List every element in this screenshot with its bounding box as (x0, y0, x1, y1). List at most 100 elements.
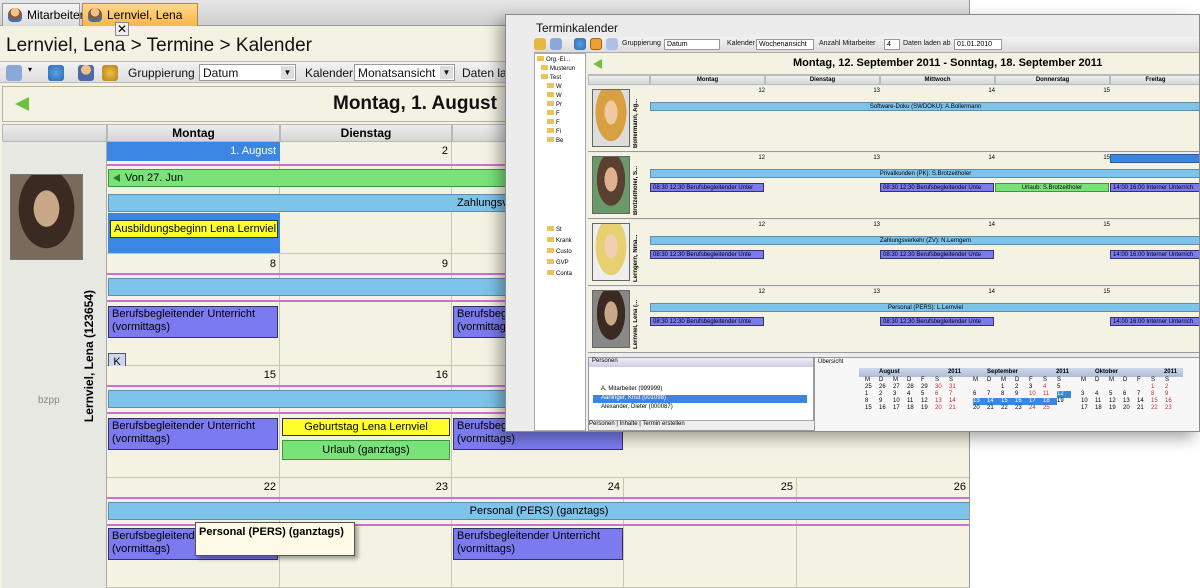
day-cell[interactable] (973, 384, 987, 391)
day-cell[interactable]: 28 (907, 384, 921, 391)
day-cell[interactable]: 20 (1123, 405, 1137, 412)
day-cell[interactable]: 3 (893, 391, 907, 398)
day-cell[interactable]: 27 (893, 384, 907, 391)
person-row[interactable]: A, Mitarbeiter (999999) (593, 386, 807, 394)
event-bar[interactable]: Software-Doku (SWDOKU): A.Bollermann (650, 102, 1199, 111)
day-cell[interactable]: 18 (1095, 405, 1109, 412)
mini-calendar[interactable]: August 2011 M D M D F S S 25 26 27 28 29 30 31 1 2 3 4 5 6 7 8 9… (859, 368, 967, 412)
day-cell[interactable]: 1 (865, 391, 879, 398)
day-cell[interactable]: 13 (1123, 398, 1137, 405)
org-tree[interactable]: Org.-Ei... Musterun Test W W Pr F F Fi Be St Krank C… (534, 53, 586, 431)
load-date-input[interactable]: 01.01.2010 (954, 39, 1002, 50)
grouping-icon[interactable] (6, 65, 22, 81)
tree-item[interactable]: F (547, 119, 560, 126)
day-cell[interactable]: 20 (973, 405, 987, 412)
event-bar[interactable]: Personal (PERS) (ganztags) (108, 502, 969, 520)
mini-calendar[interactable]: Oktober 2011 M D M D F S S 1 2 3 4 5 6 7 8 9 10 11 12 13 14 15 1… (1075, 368, 1183, 412)
back-arrow-icon[interactable] (593, 59, 602, 69)
tree-item[interactable]: Test (541, 74, 561, 81)
day-cell[interactable] (624, 478, 797, 588)
event-bar[interactable]: 08:30 12:30 Berufsbegleitender Unte (650, 250, 764, 259)
day-cell[interactable] (1109, 384, 1123, 391)
day-cell[interactable]: 10 (1081, 398, 1095, 405)
day-cell[interactable]: 4 (1095, 391, 1109, 398)
day-cell[interactable]: 3 (1029, 384, 1043, 391)
calendar-select[interactable]: Monatsansicht ▼ (354, 64, 455, 81)
tree-item[interactable]: Fi (547, 128, 561, 135)
day-cell[interactable]: 22 (1001, 405, 1015, 412)
event-bar[interactable]: 14:00 16:00 Interner Unterrich (1110, 250, 1199, 259)
day-cell[interactable]: 8 (1001, 391, 1015, 398)
day-cell[interactable]: 11 (1095, 398, 1109, 405)
event-bar[interactable]: 08:30 12:30 Berufsbegleitender Unte (880, 183, 994, 192)
day-cell[interactable]: 30 (935, 384, 949, 391)
day-cell[interactable]: 17 (1081, 405, 1095, 412)
event-bar[interactable] (1110, 154, 1199, 163)
event-bar[interactable]: Personal (PERS): L.Lernviel (650, 303, 1199, 312)
event-bar[interactable]: Berufsbegleitender Unterricht (vormittag… (108, 418, 278, 450)
day-cell[interactable]: 21 (949, 405, 963, 412)
tree-item[interactable]: F (547, 110, 560, 117)
grouping-select[interactable]: Datum (664, 39, 720, 50)
event-bar[interactable]: 08:30 12:30 Berufsbegleitender Unte (880, 250, 994, 259)
day-cell[interactable]: 5 (1057, 384, 1071, 391)
day-cell[interactable]: 21 (1137, 405, 1151, 412)
day-cell[interactable]: 2 (879, 391, 893, 398)
day-cell[interactable]: 26 (879, 384, 893, 391)
persons-tabs[interactable]: Personen | Inhalte | Termin erstellen (589, 420, 815, 430)
day-cell[interactable]: 7 (987, 391, 1001, 398)
day-cell[interactable] (1137, 384, 1151, 391)
day-number-today[interactable]: 1. August (107, 142, 280, 161)
tree-item[interactable]: Custo (547, 248, 572, 255)
day-cell[interactable]: 2 (1015, 384, 1029, 391)
tree-item[interactable]: Musterun (541, 65, 575, 72)
tree-item[interactable]: Org.-Ei... (537, 56, 570, 63)
tree-item[interactable]: GVP (547, 259, 569, 266)
calendar-select[interactable]: Wochenansicht (756, 39, 814, 50)
back-arrow-icon[interactable] (15, 97, 29, 111)
day-cell[interactable]: 14 (949, 398, 963, 405)
day-cell[interactable] (280, 254, 452, 366)
close-icon[interactable]: ✕ (115, 22, 129, 36)
day-cell[interactable]: 29 (921, 384, 935, 391)
day-cell[interactable]: 12 (1057, 391, 1071, 398)
event-bar[interactable]: Urlaub (ganztags) (282, 440, 450, 460)
event-bar[interactable]: 08:30 12:30 Berufsbegleitender Unter (650, 183, 764, 192)
day-cell[interactable]: 7 (949, 391, 963, 398)
day-cell[interactable]: 31 (949, 384, 963, 391)
settings-icon[interactable] (102, 65, 118, 81)
person-row[interactable]: Alexander, Dieter (000087) (593, 404, 807, 412)
tree-item[interactable]: Krank (547, 237, 572, 244)
event-bar[interactable]: Ausbildungsbeginn Lena Lernviel (110, 220, 278, 238)
day-cell[interactable]: 10 (893, 398, 907, 405)
day-cell[interactable]: 16 (879, 405, 893, 412)
calendar-icon[interactable] (534, 38, 546, 50)
event-bar[interactable]: Geburtstag Lena Lernviel (282, 418, 450, 436)
day-cell[interactable]: 8 (1151, 391, 1165, 398)
day-cell[interactable]: 11 (907, 398, 921, 405)
day-cell[interactable] (1095, 384, 1109, 391)
settings-icon[interactable] (590, 38, 602, 50)
count-stepper[interactable]: 4 (884, 39, 900, 50)
event-bar[interactable]: 08:30 12:30 Berufsbegleitender Unte (880, 317, 994, 326)
tree-item[interactable]: W (547, 92, 562, 99)
tree-item[interactable]: Pr (547, 101, 562, 108)
day-cell[interactable]: 3 (1081, 391, 1095, 398)
day-cell[interactable]: 16 (1165, 398, 1179, 405)
event-bar[interactable]: Berufsbegleitender Unterricht (vormittag… (453, 528, 623, 560)
tab-mitarbeiter[interactable]: Mitarbeiter (2, 3, 84, 26)
tree-item[interactable]: St (547, 226, 562, 233)
day-cell[interactable]: 19 (921, 405, 935, 412)
day-cell[interactable]: 4 (1043, 384, 1057, 391)
tree-item[interactable]: W (547, 83, 562, 90)
tab-lernviel-lena[interactable]: Lernviel, Lena✕ (82, 3, 198, 36)
day-cell[interactable]: 20 (935, 405, 949, 412)
day-cell[interactable]: 12 (1109, 398, 1123, 405)
tree-item[interactable]: Be (547, 137, 563, 144)
day-cell[interactable] (797, 478, 969, 588)
day-cell[interactable]: 9 (879, 398, 893, 405)
event-bar[interactable]: Berufsbegleitender Unterricht (vormittag… (108, 306, 278, 338)
day-cell[interactable]: 9 (1165, 391, 1179, 398)
day-cell[interactable]: 18 (907, 405, 921, 412)
day-cell[interactable]: 21 (987, 405, 1001, 412)
